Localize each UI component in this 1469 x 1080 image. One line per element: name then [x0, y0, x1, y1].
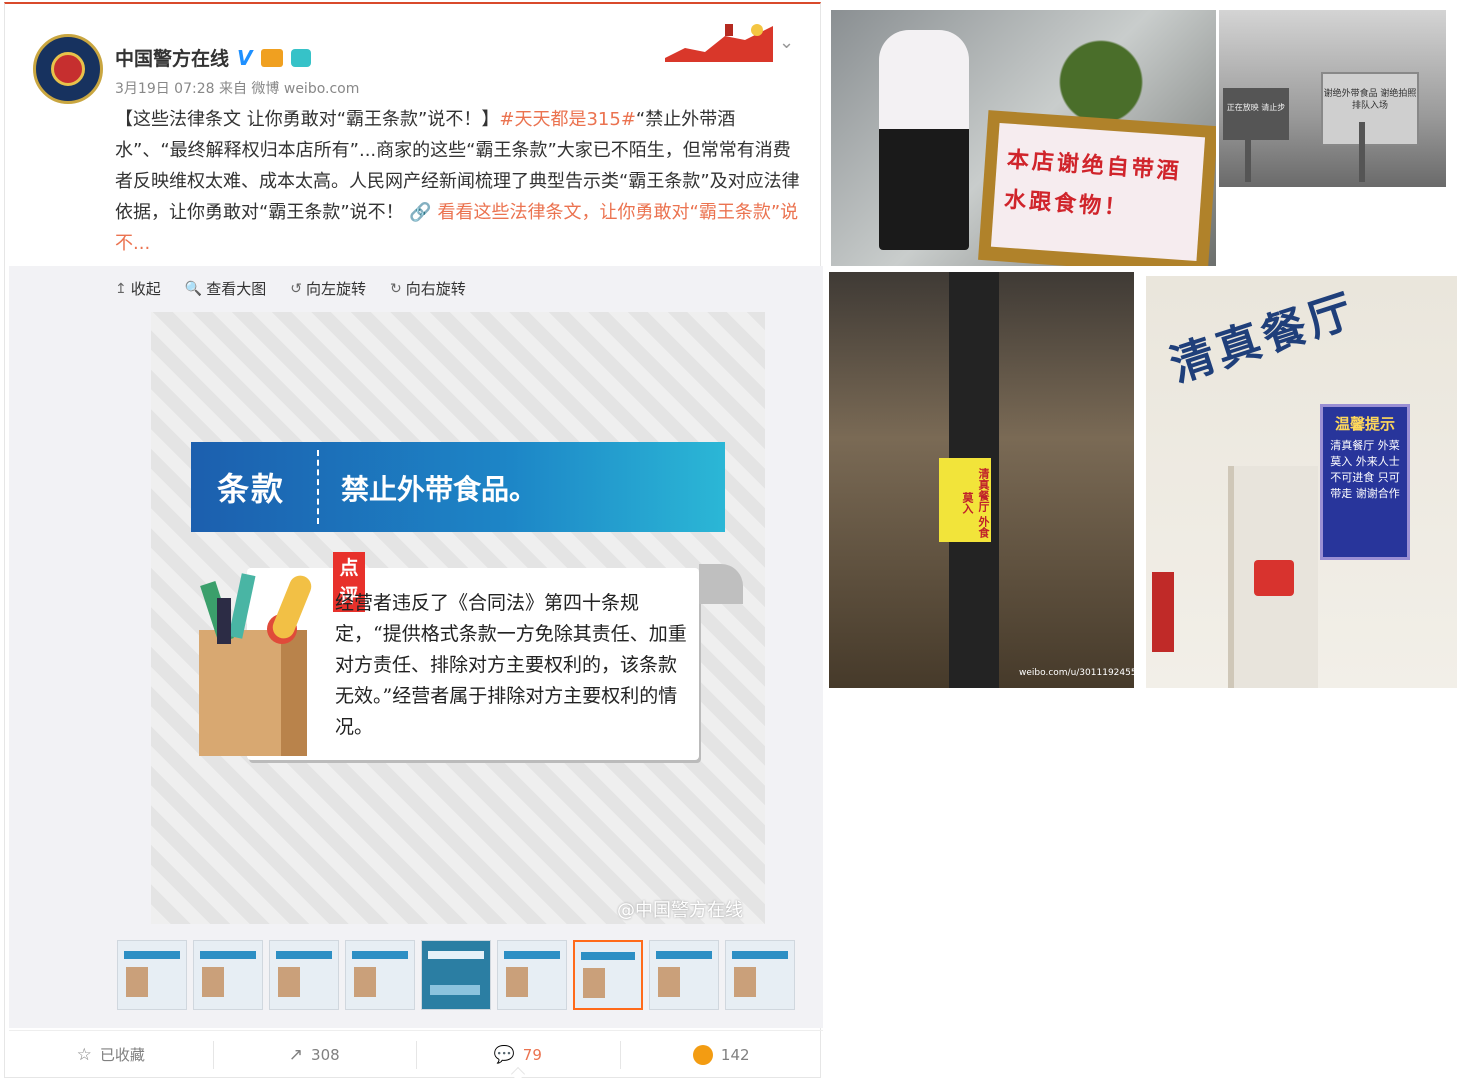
- thumbnail[interactable]: [117, 940, 187, 1010]
- media-area: ↥ 收起 🔍 查看大图 ↺ 向左旋转 ↻ 向右旋转 条款 禁止外带食品。 点评 经营者违…: [9, 266, 823, 1028]
- rotate-right-icon: ↻: [389, 280, 402, 297]
- view-large-label: 查看大图: [206, 280, 267, 298]
- thumbnail-strip: [117, 940, 795, 1010]
- photo-cinema-entrance: 正在放映 请止步 谢绝外带食品 谢绝拍照 排队入场: [1219, 10, 1446, 187]
- rotate-left-button[interactable]: ↺ 向左旋转: [290, 278, 366, 299]
- rotate-right-button[interactable]: ↻ 向右旋转: [390, 278, 466, 299]
- review-text: 经营者违反了《合同法》第四十条规定，“提供格式条款一方免除其责任、加重对方责任、…: [335, 592, 687, 738]
- rotate-right-label: 向右旋转: [405, 280, 466, 298]
- shopping-bag-side: [281, 630, 307, 756]
- cinema-sign-right: 谢绝外带食品 谢绝拍照 排队入场: [1321, 72, 1419, 146]
- verified-icon: V: [237, 45, 253, 70]
- user-line: 中国警方在线 V: [115, 44, 311, 71]
- weibo-post-card: 中国警方在线 V 3月19日 07:28 来自 微博 weibo.com ⌄ 【…: [4, 2, 824, 1080]
- rotate-left-icon: ↺: [290, 280, 302, 297]
- banner-key: 条款: [217, 470, 286, 508]
- plant: [1031, 10, 1171, 130]
- person: [879, 30, 969, 250]
- chair: [1254, 560, 1294, 596]
- hashtag-link[interactable]: #天天都是315#: [499, 109, 636, 130]
- link-icon: 🔗: [409, 202, 432, 223]
- comment-icon: 💬: [493, 1044, 515, 1065]
- clause-banner: 条款 禁止外带食品。: [191, 442, 725, 532]
- scroll-curl: [699, 564, 743, 604]
- thumbnail[interactable]: [421, 940, 491, 1010]
- post-headline: 【这些法律条文 让你勇敢对“霸王条款”说不！】: [115, 109, 500, 130]
- medal-icon[interactable]: [260, 48, 283, 67]
- repost-button[interactable]: ↗ 308: [212, 1031, 417, 1078]
- photo-restaurant-sign: 本店谢绝自带酒水跟食物！: [831, 10, 1216, 266]
- image-watermark: @中国警方在线: [617, 900, 743, 921]
- photo-credit: weibo.com/u/3011192455: [1019, 668, 1134, 678]
- sign-text: 本店谢绝自带酒水跟食物！: [1003, 146, 1183, 222]
- fire-hydrant: [1152, 572, 1174, 652]
- restaurant-title: 清真餐厅: [1164, 284, 1363, 393]
- banner-divider: [317, 450, 319, 524]
- username[interactable]: 中国警方在线: [115, 44, 229, 71]
- police-emblem-icon: [51, 52, 85, 86]
- sign-board: 本店谢绝自带酒水跟食物！: [990, 122, 1206, 262]
- thumbnail[interactable]: [193, 940, 263, 1010]
- thumbnail[interactable]: [497, 940, 567, 1010]
- collapse-icon: ↥: [115, 280, 127, 297]
- active-caret: [510, 1066, 525, 1080]
- thumbnail[interactable]: [269, 940, 339, 1010]
- cinema-sign-left: 正在放映 请止步: [1223, 88, 1289, 140]
- large-image[interactable]: 条款 禁止外带食品。 点评 经营者违反了《合同法》第四十条规定，“提供格式条款一…: [151, 312, 765, 924]
- like-button[interactable]: 142: [619, 1031, 824, 1078]
- barrier-post: [1359, 122, 1365, 182]
- comment-button[interactable]: 💬 79: [416, 1031, 620, 1080]
- collapse-label: 收起: [130, 280, 161, 298]
- chevron-down-icon[interactable]: ⌄: [779, 32, 794, 53]
- search-icon: 🔍: [184, 280, 203, 297]
- bottle-icon: [217, 598, 231, 644]
- barrier-post: [1245, 122, 1251, 182]
- comment-count: 79: [522, 1045, 542, 1064]
- rotate-left-label: 向左旋转: [305, 280, 366, 298]
- notice-board: 温馨提示 清真餐厅 外菜莫入 外来人士 不可进食 只可带走 谢谢合作: [1320, 404, 1410, 560]
- like-count: 142: [720, 1045, 750, 1064]
- photo-canteen: 清真餐厅 外食莫入 weibo.com/u/3011192455: [829, 272, 1134, 688]
- banner-value: 禁止外带食品。: [341, 473, 538, 506]
- photo-halal-restaurant: 清真餐厅 温馨提示 清真餐厅 外菜莫入 外来人士 不可进食 只可带走 谢谢合作: [1146, 276, 1457, 688]
- avatar[interactable]: [33, 34, 103, 104]
- favorite-button[interactable]: ☆ 已收藏: [9, 1031, 213, 1078]
- canteen-sign: 清真餐厅 外食莫入: [939, 458, 991, 542]
- thumbnail[interactable]: [345, 940, 415, 1010]
- star-icon: ☆: [76, 1044, 92, 1065]
- collapse-button[interactable]: ↥ 收起: [115, 278, 161, 299]
- camera-medal-icon[interactable]: [290, 48, 311, 67]
- notice-body: 清真餐厅 外菜莫入 外来人士 不可进食 只可带走 谢谢合作: [1330, 439, 1400, 500]
- thumbs-up-icon: [692, 1044, 713, 1065]
- post-text: 【这些法律条文 让你勇敢对“霸王条款”说不！】#天天都是315#“禁止外带酒水”…: [115, 104, 805, 259]
- image-toolbar: ↥ 收起 🔍 查看大图 ↺ 向左旋转 ↻ 向右旋转: [115, 278, 466, 299]
- action-bar: ☆ 已收藏 ↗ 308 💬 79 142: [9, 1030, 824, 1080]
- post-meta: 3月19日 07:28 来自 微博 weibo.com: [115, 81, 360, 97]
- favorite-label: 已收藏: [99, 1046, 145, 1064]
- thumbnail[interactable]: [573, 940, 643, 1010]
- great-wall-decoration-icon: [665, 24, 773, 62]
- view-large-button[interactable]: 🔍 查看大图: [185, 278, 266, 299]
- thumbnail[interactable]: [725, 940, 795, 1010]
- share-icon: ↗: [288, 1044, 304, 1065]
- thumbnail[interactable]: [649, 940, 719, 1010]
- notice-title: 温馨提示: [1334, 415, 1395, 433]
- repost-count: 308: [311, 1045, 340, 1064]
